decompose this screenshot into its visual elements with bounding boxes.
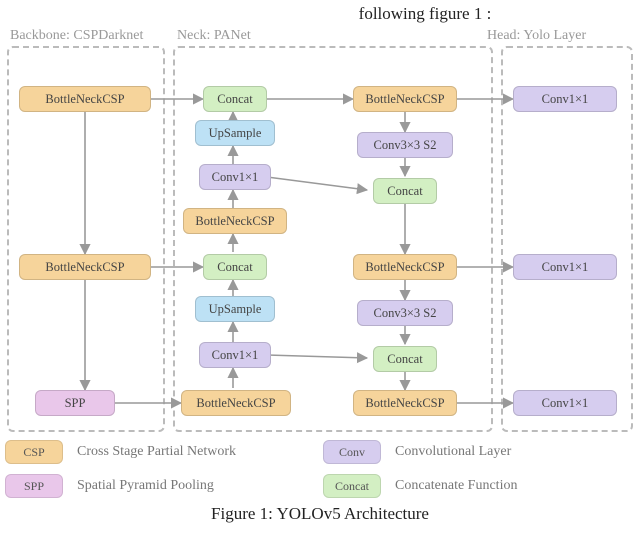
head-conv-2: Conv1×1 xyxy=(513,254,617,280)
neck-csp-5: BottleNeckCSP xyxy=(353,390,457,416)
legend-spp: SPP Spatial Pyramid Pooling xyxy=(5,474,305,498)
neck-label: Neck: PANet xyxy=(173,28,483,44)
intro-text: following figure 1 : xyxy=(4,4,636,24)
legend-csp: CSP Cross Stage Partial Network xyxy=(5,440,305,464)
head-conv-1: Conv1×1 xyxy=(513,86,617,112)
legend-csp-swatch: CSP xyxy=(5,440,63,464)
backbone-spp: SPP xyxy=(35,390,115,416)
legend: CSP Cross Stage Partial Network Conv Con… xyxy=(5,440,635,498)
legend-concat-swatch: Concat xyxy=(323,474,381,498)
legend-conv: Conv Convolutional Layer xyxy=(323,440,623,464)
legend-conv-desc: Convolutional Layer xyxy=(395,444,511,460)
head-conv-3: Conv1×1 xyxy=(513,390,617,416)
legend-conv-swatch: Conv xyxy=(323,440,381,464)
neck-conv-1: Conv1×1 xyxy=(199,164,271,190)
neck-concat-4: Concat xyxy=(373,346,437,372)
neck-upsample-1: UpSample xyxy=(195,120,275,146)
neck-upsample-2: UpSample xyxy=(195,296,275,322)
neck-csp-4: BottleNeckCSP xyxy=(353,254,457,280)
neck-csp-1: BottleNeckCSP xyxy=(183,208,287,234)
neck-conv-2: Conv1×1 xyxy=(199,342,271,368)
backbone-csp-2: BottleNeckCSP xyxy=(19,254,151,280)
backbone-label: Backbone: CSPDarknet xyxy=(8,28,173,44)
legend-concat: Concat Concatenate Function xyxy=(323,474,623,498)
legend-spp-swatch: SPP xyxy=(5,474,63,498)
architecture-diagram: BottleNeckCSP BottleNeckCSP SPP Concat U… xyxy=(5,46,635,434)
backbone-csp-1: BottleNeckCSP xyxy=(19,86,151,112)
neck-concat-2: Concat xyxy=(203,254,267,280)
section-labels: Backbone: CSPDarknet Neck: PANet Head: Y… xyxy=(4,28,636,46)
neck-conv-4: Conv3×3 S2 xyxy=(357,300,453,326)
head-label: Head: Yolo Layer xyxy=(483,28,632,44)
neck-concat-1: Concat xyxy=(203,86,267,112)
legend-csp-desc: Cross Stage Partial Network xyxy=(77,444,236,460)
neck-csp-2: BottleNeckCSP xyxy=(181,390,291,416)
neck-concat-3: Concat xyxy=(373,178,437,204)
neck-csp-3: BottleNeckCSP xyxy=(353,86,457,112)
figure-caption: Figure 1: YOLOv5 Architecture xyxy=(4,504,636,524)
neck-conv-3: Conv3×3 S2 xyxy=(357,132,453,158)
legend-concat-desc: Concatenate Function xyxy=(395,478,517,494)
legend-spp-desc: Spatial Pyramid Pooling xyxy=(77,478,214,494)
